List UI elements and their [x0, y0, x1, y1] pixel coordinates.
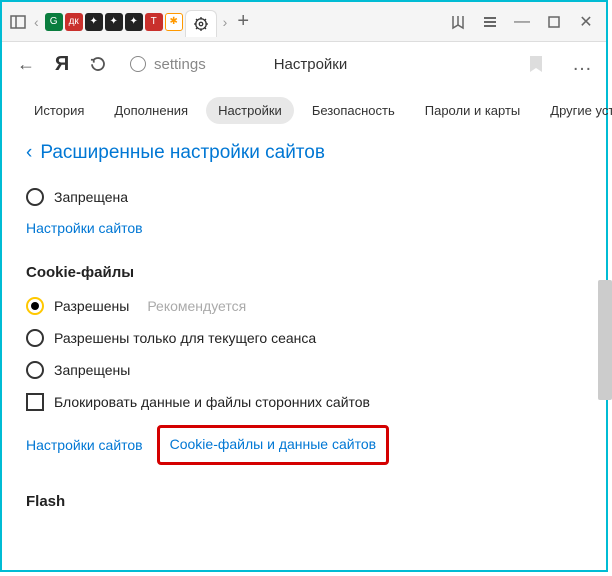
tab-settings[interactable]: Настройки: [206, 97, 294, 124]
radio-icon[interactable]: [26, 297, 44, 315]
site-settings-link[interactable]: Настройки сайтов: [26, 220, 582, 236]
url-field[interactable]: settings Настройки: [122, 55, 544, 73]
tab-favicon[interactable]: дк: [65, 13, 83, 31]
checkbox-block-third-party[interactable]: Блокировать данные и файлы сторонних сай…: [26, 393, 582, 411]
new-tab-button[interactable]: +: [233, 10, 253, 33]
settings-content: ‹ Расширенные настройки сайтов Запрещена…: [2, 134, 606, 570]
radio-icon[interactable]: [26, 361, 44, 379]
yandex-logo-icon[interactable]: Я: [50, 52, 74, 76]
radio-label: Запрещена: [54, 189, 128, 205]
url-text: settings: [154, 56, 206, 73]
tab-favicon[interactable]: T: [145, 13, 163, 31]
tab-next-icon[interactable]: ›: [219, 14, 232, 30]
radio-cookies-allowed[interactable]: Разрешены Рекомендуется: [26, 297, 582, 315]
maximize-button[interactable]: [538, 6, 570, 38]
radio-label: Запрещены: [54, 362, 130, 378]
flash-title: Flash: [26, 493, 582, 510]
page-title: Настройки: [274, 56, 348, 73]
tab-security[interactable]: Безопасность: [300, 97, 407, 124]
close-button[interactable]: ✕: [570, 6, 602, 38]
minimize-button[interactable]: —: [506, 6, 538, 38]
bookmark-icon[interactable]: [528, 55, 544, 73]
scrollbar-thumb[interactable]: [598, 280, 612, 400]
radio-label: Разрешены: [54, 298, 129, 314]
radio-icon[interactable]: [26, 329, 44, 347]
radio-icon[interactable]: [26, 188, 44, 206]
site-info-icon[interactable]: [130, 56, 146, 72]
radio-cookies-session[interactable]: Разрешены только для текущего сеанса: [26, 329, 582, 347]
reader-icon[interactable]: [442, 6, 474, 38]
checkbox-icon[interactable]: [26, 393, 44, 411]
settings-nav: История Дополнения Настройки Безопасност…: [2, 86, 606, 134]
radio-forbidden[interactable]: Запрещена: [26, 188, 582, 206]
site-settings-link[interactable]: Настройки сайтов: [26, 437, 143, 453]
tab-other[interactable]: Другие устр: [538, 97, 612, 124]
gear-icon: [194, 17, 208, 31]
reload-button[interactable]: [86, 52, 110, 76]
titlebar: ‹ G дк ✦ ✦ ✦ T ✱ › + — ✕: [2, 2, 606, 42]
highlighted-link: Cookie-файлы и данные сайтов: [157, 425, 389, 465]
radio-label: Разрешены только для текущего сеанса: [54, 330, 316, 346]
breadcrumb-back[interactable]: ‹ Расширенные настройки сайтов: [26, 142, 582, 164]
chevron-left-icon: ‹: [26, 142, 32, 164]
cookie-links: Настройки сайтов Cookie-файлы и данные с…: [26, 425, 582, 465]
tab-strip: ‹ G дк ✦ ✦ ✦ T ✱ › +: [30, 6, 442, 37]
more-icon[interactable]: …: [556, 53, 594, 76]
tab-history[interactable]: История: [22, 97, 96, 124]
tab-passwords[interactable]: Пароли и карты: [413, 97, 533, 124]
checkbox-label: Блокировать данные и файлы сторонних сай…: [54, 394, 370, 410]
breadcrumb-label: Расширенные настройки сайтов: [40, 142, 325, 164]
recommend-label: Рекомендуется: [147, 298, 246, 314]
menu-icon[interactable]: [474, 6, 506, 38]
sidebar-toggle-icon[interactable]: [6, 10, 30, 34]
radio-cookies-forbidden[interactable]: Запрещены: [26, 361, 582, 379]
back-button[interactable]: ←: [14, 52, 38, 76]
tab-favicon[interactable]: G: [45, 13, 63, 31]
cookie-data-link[interactable]: Cookie-файлы и данные сайтов: [170, 436, 376, 452]
tab-favicon[interactable]: ✦: [85, 13, 103, 31]
tab-favicon[interactable]: ✦: [125, 13, 143, 31]
tab-favicon[interactable]: ✦: [105, 13, 123, 31]
tab-favicon[interactable]: ✱: [165, 13, 183, 31]
tab-active[interactable]: [185, 10, 217, 37]
cookies-title: Cookie-файлы: [26, 264, 582, 281]
tab-prev-icon[interactable]: ‹: [30, 14, 43, 30]
address-bar: ← Я settings Настройки …: [2, 42, 606, 86]
tab-addons[interactable]: Дополнения: [102, 97, 200, 124]
